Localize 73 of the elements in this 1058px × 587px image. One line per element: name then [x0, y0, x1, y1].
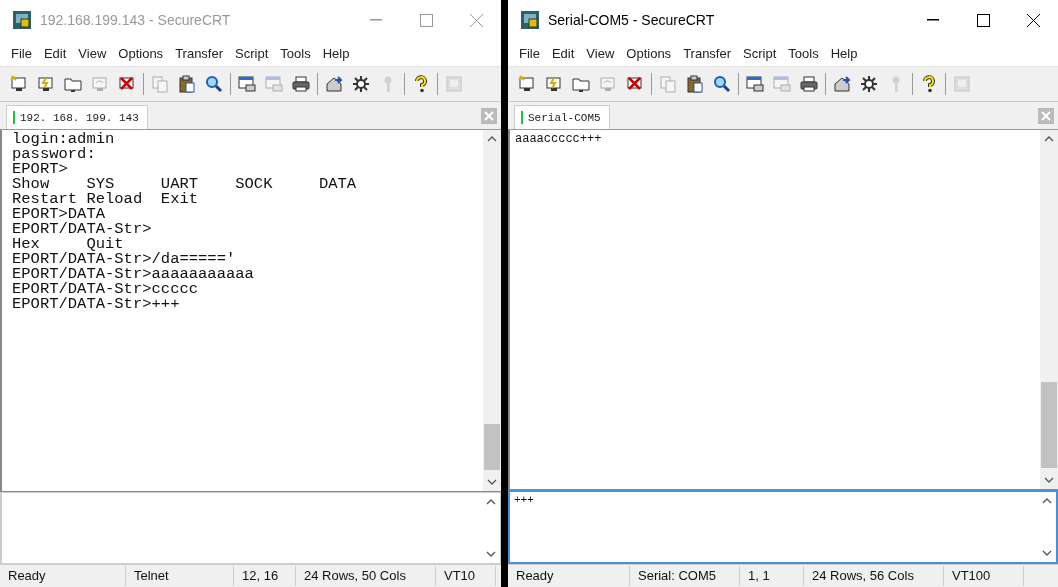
maximize-icon[interactable] — [976, 13, 990, 27]
menu-item[interactable]: View — [73, 43, 112, 63]
minimize-icon[interactable] — [927, 19, 939, 21]
terminal-line: EPORT/DATA-Str>/da=====' — [12, 252, 236, 267]
app-icon — [12, 10, 32, 30]
caret-down-icon[interactable] — [486, 551, 496, 558]
menu-item[interactable]: Options — [621, 43, 677, 63]
clipboard-icon[interactable] — [176, 73, 198, 95]
house-arrow-icon[interactable] — [831, 73, 853, 95]
menu-item[interactable]: Options — [113, 43, 169, 63]
session-tab[interactable]: Serial-COM5 — [514, 105, 610, 129]
terminal-line: EPORT/DATA-Str> — [12, 222, 153, 237]
command-input[interactable]: +++ — [510, 492, 1038, 508]
menu-item[interactable]: Edit — [546, 43, 580, 63]
menu-item[interactable]: File — [6, 43, 37, 63]
caret-down-icon[interactable] — [487, 479, 497, 486]
terminal-line: EPORT/DATA-Str>aaaaaaaaaaa — [12, 267, 255, 282]
terminal-line: EPORT/DATA-Str>+++ — [12, 297, 181, 312]
search-icon[interactable] — [203, 73, 225, 95]
terminal-line: Restart Reload Exit — [12, 192, 200, 207]
settings-icon[interactable] — [858, 73, 880, 95]
terminal-line: Show SYS UART SOCK DATA — [12, 177, 358, 192]
scroll-thumb[interactable] — [484, 424, 500, 470]
terminal-line: aaaaccccc+++ — [515, 132, 603, 146]
terminal-line: login:admin — [12, 132, 116, 147]
menu-item[interactable]: Help — [825, 43, 863, 63]
menu-item[interactable]: Tools — [275, 43, 316, 63]
caret-up-icon[interactable] — [487, 135, 497, 142]
app-icon — [520, 10, 540, 30]
status-text: VT10 — [436, 566, 496, 586]
menu-item[interactable]: File — [514, 43, 545, 63]
terminal-line: Hex Quit — [12, 237, 124, 252]
printer-icon[interactable] — [798, 73, 820, 95]
menu-item[interactable]: Edit — [38, 43, 72, 63]
window-printer-icon[interactable] — [236, 73, 258, 95]
scroll-thumb[interactable] — [1041, 382, 1057, 468]
status-text: 12, 16 — [234, 566, 296, 586]
house-arrow-icon[interactable] — [323, 73, 345, 95]
status-text: Serial: COM5 — [630, 566, 740, 586]
menu-item[interactable]: View — [581, 43, 620, 63]
menu-item[interactable]: Script — [738, 43, 782, 63]
menu-item[interactable]: Transfer — [170, 43, 229, 63]
session-tab[interactable]: 192. 168. 199. 143 — [6, 105, 148, 129]
caret-up-icon[interactable] — [1042, 497, 1052, 504]
window-printer-icon[interactable] — [744, 73, 766, 95]
menu-item[interactable]: Tools — [783, 43, 824, 63]
terminal-line: EPORT> — [12, 162, 68, 177]
status-text: Ready — [508, 566, 630, 586]
menu-item[interactable]: Transfer — [678, 43, 737, 63]
menu-item[interactable]: Script — [230, 43, 274, 63]
status-text: 1, 1 — [740, 566, 804, 586]
caret-up-icon[interactable] — [1044, 135, 1054, 142]
status-text: Telnet — [126, 566, 234, 586]
terminal-line: password: — [12, 147, 96, 162]
scrollbar[interactable] — [483, 130, 501, 491]
window-title: Serial-COM5 - SecureCRT — [548, 12, 716, 28]
caret-up-icon[interactable] — [486, 498, 496, 505]
close-icon[interactable] — [1026, 13, 1040, 27]
settings-icon[interactable] — [350, 73, 372, 95]
caret-down-icon[interactable] — [1044, 477, 1054, 484]
menu-item[interactable]: Help — [317, 43, 355, 63]
printer-icon[interactable] — [290, 73, 312, 95]
status-text: 24 Rows, 50 Cols — [296, 566, 436, 586]
terminal-line: EPORT>DATA — [12, 207, 105, 222]
search-icon[interactable] — [711, 73, 733, 95]
status-text: 24 Rows, 56 Cols — [804, 566, 944, 586]
caret-down-icon[interactable] — [1042, 550, 1052, 557]
status-text: Ready — [0, 566, 126, 586]
clipboard-icon[interactable] — [684, 73, 706, 95]
status-text: VT100 — [944, 566, 1024, 586]
scrollbar[interactable] — [1040, 130, 1058, 489]
window-title: 192.168.199.143 - SecureCRT — [40, 12, 232, 28]
terminal-line: EPORT/DATA-Str>ccccc — [12, 282, 200, 297]
